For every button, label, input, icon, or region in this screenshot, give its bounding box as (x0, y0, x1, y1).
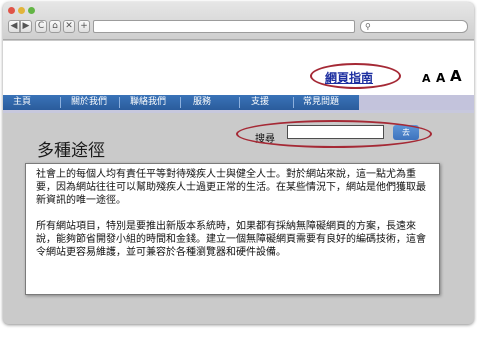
menu-item-services[interactable]: 服務 (183, 95, 239, 110)
address-bar[interactable] (93, 20, 355, 33)
browser-toolbar: ◀ ▶ C ⌂ ✕ + ⚲ (3, 2, 474, 40)
highlight-ring-search (236, 120, 432, 148)
back-button[interactable]: ◀ (8, 20, 20, 33)
new-tab-button[interactable]: + (78, 20, 90, 33)
home-button[interactable]: ⌂ (49, 20, 61, 33)
browser-search-field[interactable]: ⚲ (360, 20, 468, 33)
main-menu: 主頁 關於我們 聯絡我們 服務 支援 常見問題 (3, 95, 474, 113)
site-header: 網頁指南 A A A (3, 41, 474, 95)
menu-filler (359, 95, 474, 110)
search-icon: ⚲ (365, 22, 371, 31)
paragraph-projects: 所有網站項目，特別是要推出新版本系統時，如果都有採納無障礙網頁的方案，長遠來說，… (36, 221, 426, 258)
zoom-window-button[interactable] (28, 7, 35, 14)
menu-item-home[interactable]: 主頁 (3, 95, 59, 110)
highlight-ring-guide (310, 63, 401, 89)
font-size-large-button[interactable]: A (450, 69, 462, 84)
menu-separator (239, 97, 240, 108)
page-title: 多種途徑 (37, 141, 105, 161)
web-page: 網頁指南 A A A 主頁 關於我們 聯絡我們 服務 支援 常見問題 多種途徑 … (3, 41, 474, 324)
stop-button[interactable]: ✕ (63, 20, 75, 33)
menu-item-about[interactable]: 關於我們 (61, 95, 117, 110)
menu-item-faq[interactable]: 常見問題 (293, 95, 359, 110)
reload-button[interactable]: C (35, 20, 47, 33)
paragraph-intro: 社會上的每個人均有責任平等對待殘疾人士與健全人士。對於網站來說，這一點尤為重要，… (36, 169, 426, 206)
content-box: 社會上的每個人均有責任平等對待殘疾人士與健全人士。對於網站來說，這一點尤為重要，… (25, 163, 440, 295)
browser-window: ◀ ▶ C ⌂ ✕ + ⚲ 網頁指南 A A A 主頁 關於我們 聯絡我們 服務… (3, 2, 474, 324)
menu-item-support[interactable]: 支援 (241, 95, 297, 110)
forward-button[interactable]: ▶ (20, 20, 32, 33)
menu-separator (180, 97, 181, 108)
font-size-small-button[interactable]: A (422, 73, 431, 84)
minimize-window-button[interactable] (18, 7, 25, 14)
close-window-button[interactable] (8, 7, 15, 14)
font-size-medium-button[interactable]: A (436, 72, 445, 84)
menu-item-contact[interactable]: 聯絡我們 (120, 95, 176, 110)
